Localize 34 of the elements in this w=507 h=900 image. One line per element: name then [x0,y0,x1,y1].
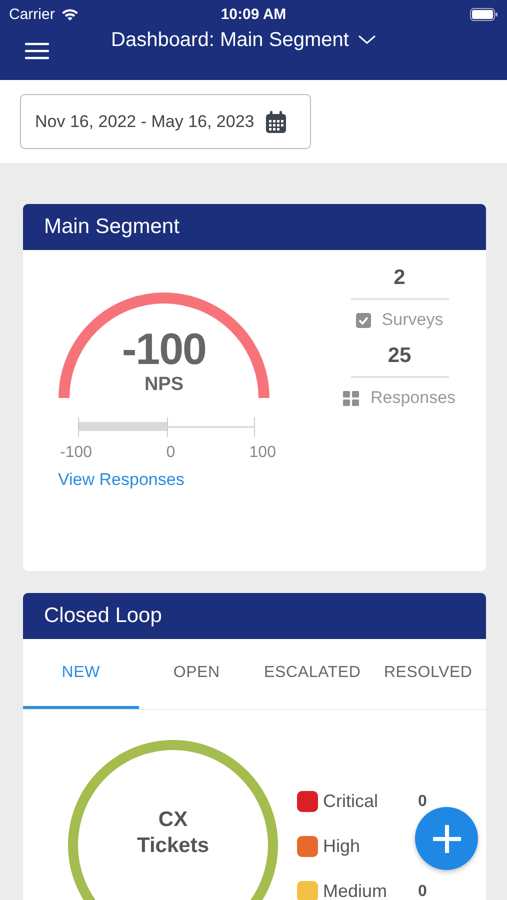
status-tab[interactable]: RESOLVED [370,639,486,709]
wifi-icon [60,8,79,20]
legend-label: Critical [323,791,380,812]
legend-label: Medium [323,881,388,900]
checkbox-icon [356,312,371,328]
clock-time: 10:09 AM [220,6,288,22]
dashboard-selector[interactable]: Dashboard: Main Segment [111,28,376,52]
calendar-icon [266,110,286,132]
stat-value: 2 [350,266,448,300]
carrier-name: Carrier [9,6,55,22]
stat-label: Responses [370,388,456,408]
stat-label: Surveys [382,310,444,330]
grid-icon [343,390,360,406]
menu-icon[interactable] [25,42,49,60]
chevron-down-icon [358,35,376,45]
date-range-field[interactable]: Nov 16, 2022 - May 16, 2023 [20,94,311,149]
battery-icon [470,8,498,20]
scale-label: 0 [166,444,176,462]
card-title: Closed Loop [44,604,162,628]
legend-count: 0 [418,882,427,900]
legend-count: 0 [418,792,427,810]
nps-score: -100 [122,326,206,374]
ring-label: CX Tickets [137,807,209,859]
stat-value: 25 [350,344,448,378]
legend-label: High [323,836,362,857]
status-tab[interactable]: OPEN [138,639,254,709]
nps-label: NPS [144,374,184,396]
scale-label: 100 [249,444,276,462]
status-tab[interactable]: ESCALATED [254,639,370,709]
status-tab[interactable]: NEW [23,639,139,709]
view-responses-link[interactable]: View Responses [58,470,184,490]
card-title: Main Segment [44,215,180,239]
scale-label: -100 [60,444,92,462]
plus-icon [430,822,462,854]
